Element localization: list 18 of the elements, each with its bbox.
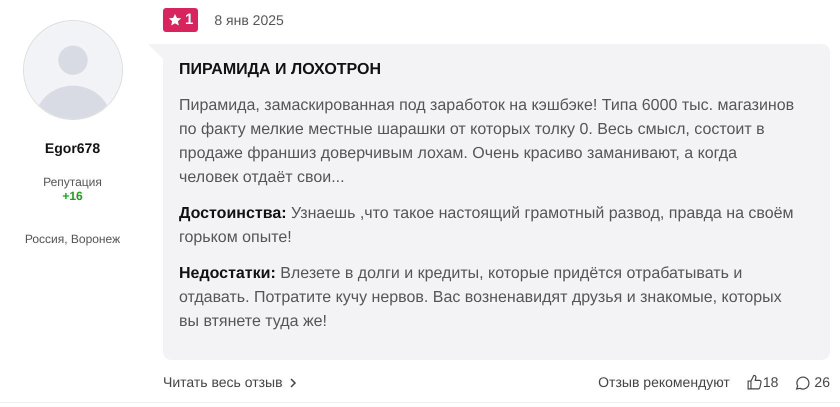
chevron-icon: [288, 378, 297, 388]
star-icon: [168, 13, 182, 27]
comment-icon: [794, 374, 810, 390]
comments-button[interactable]: 26: [794, 372, 830, 393]
thumbs-up-icon: [746, 374, 763, 391]
rating-badge: 1: [163, 8, 198, 32]
location: Россия, Воронеж: [24, 230, 120, 248]
review-text: Пирамида, замаскированная под заработок на кэшбэке! Типа 6000 тыс. магазинов по факту мелкие местные шарашки от которых толку 0. Весь смысл, состоит в продаже франшиз доверчивым лохам. Очень красиво заманивают, а когда человек отдаёт свои...: [179, 96, 796, 188]
recommend-label: Отзыв рекомендуют: [598, 373, 730, 392]
reputation-value: +16: [62, 189, 83, 204]
reputation-label: Репутация: [43, 175, 102, 190]
read-more-link[interactable]: Читать весь отзыв: [163, 372, 297, 393]
review-date: 8 янв 2025: [214, 10, 284, 30]
username[interactable]: Egor678: [44, 138, 100, 159]
review-section: Недостатки: Влезете в долги и кредиты, которые придётся отрабатывать и отдавать. Потратите кучу нервов. Вас возненавидят друзья и знакомые, которых вы втянете туда же!: [179, 262, 796, 334]
review-title: ПИРАМИДА И ЛОХОТРОН: [179, 60, 382, 80]
review-section: Достоинства: Узнаешь ,что такое настоящий грамотный развод, правда на своём горьком опыте!: [179, 202, 796, 250]
like-button[interactable]: 18: [746, 372, 778, 393]
